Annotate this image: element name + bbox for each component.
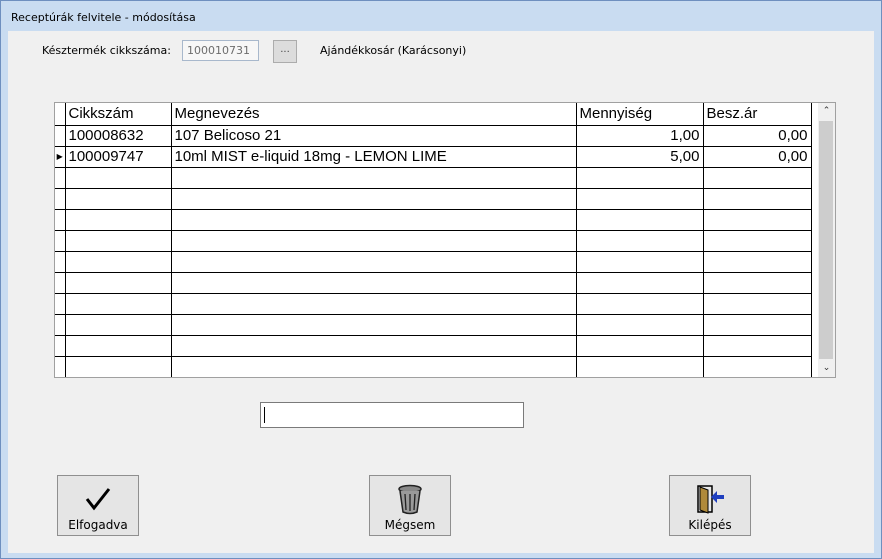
checkmark-icon [58, 483, 138, 515]
exit-label: Kilépés [688, 518, 732, 532]
column-header-price[interactable]: Besz.ár [703, 103, 812, 126]
product-code-field[interactable]: 100010731 [182, 40, 259, 61]
exit-button[interactable]: Kilépés [669, 475, 751, 536]
empty-row[interactable] [55, 167, 812, 189]
cell-price[interactable]: 0,00 [703, 146, 812, 168]
cell-code[interactable]: 100009747 [65, 146, 172, 168]
cell-quantity[interactable]: 1,00 [576, 125, 704, 147]
column-header-code[interactable]: Cikkszám [65, 103, 172, 126]
table-row[interactable]: 100008632 107 Belicoso 21 1,00 0,00 [55, 125, 812, 147]
cell-quantity[interactable]: 5,00 [576, 146, 704, 168]
client-area: Késztermék cikkszáma: 100010731 ... Aján… [8, 31, 874, 553]
recipe-grid[interactable]: Cikkszám Megnevezés Mennyiség Besz.ár 10… [54, 102, 836, 378]
main-window: Receptúrák felvitele - módosítása Készte… [0, 0, 882, 559]
indicator-header [55, 103, 66, 126]
cell-price[interactable]: 0,00 [703, 125, 812, 147]
scroll-thumb[interactable] [819, 121, 833, 359]
scroll-down-icon[interactable]: ⌄ [818, 360, 835, 377]
empty-row[interactable] [55, 356, 812, 377]
accept-button[interactable]: Elfogadva [57, 475, 139, 536]
trash-can-icon [370, 483, 450, 515]
item-entry-field[interactable] [260, 402, 524, 428]
cancel-label: Mégsem [384, 518, 436, 532]
empty-row[interactable] [55, 272, 812, 294]
cell-code[interactable]: 100008632 [65, 125, 172, 147]
window-title: Receptúrák felvitele - módosítása [11, 11, 196, 24]
cell-name[interactable]: 107 Belicoso 21 [171, 125, 577, 147]
empty-row[interactable] [55, 293, 812, 315]
exit-door-icon [670, 483, 750, 515]
vertical-scrollbar[interactable]: ⌃ ⌄ [818, 103, 835, 377]
title-bar: Receptúrák felvitele - módosítása [1, 1, 881, 31]
accept-label: Elfogadva [68, 518, 128, 532]
product-code-label: Késztermék cikkszáma: [42, 44, 171, 57]
scroll-up-icon[interactable]: ⌃ [818, 103, 835, 120]
table-row[interactable]: ▶ 100009747 10ml MIST e-liquid 18mg - LE… [55, 146, 812, 168]
empty-row[interactable] [55, 335, 812, 357]
browse-button[interactable]: ... [273, 40, 297, 63]
column-header-name[interactable]: Megnevezés [171, 103, 577, 126]
current-row-indicator: ▶ [55, 146, 66, 168]
empty-row[interactable] [55, 209, 812, 231]
empty-row[interactable] [55, 314, 812, 336]
empty-row[interactable] [55, 251, 812, 273]
row-indicator [55, 125, 66, 147]
cell-name[interactable]: 10ml MIST e-liquid 18mg - LEMON LIME [171, 146, 577, 168]
header-row: Cikkszám Megnevezés Mennyiség Besz.ár [55, 103, 812, 126]
text-caret [264, 407, 265, 423]
cancel-button[interactable]: Mégsem [369, 475, 451, 536]
column-header-quantity[interactable]: Mennyiség [576, 103, 704, 126]
product-name: Ajándékkosár (Karácsonyi) [320, 44, 467, 57]
empty-row[interactable] [55, 230, 812, 252]
empty-row[interactable] [55, 188, 812, 210]
recipe-table: Cikkszám Megnevezés Mennyiség Besz.ár 10… [55, 103, 812, 377]
